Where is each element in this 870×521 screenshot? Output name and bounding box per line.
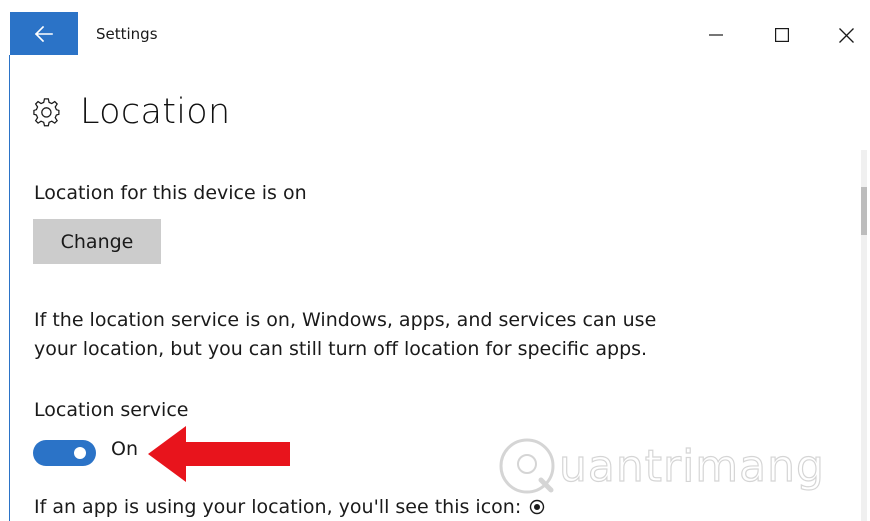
toggle-state-label: On xyxy=(111,438,138,460)
red-arrow-annotation xyxy=(148,426,290,482)
change-button[interactable]: Change xyxy=(33,219,161,264)
title-bar: Settings xyxy=(0,0,870,55)
maximize-icon xyxy=(775,28,789,42)
location-description: If the location service is on, Windows, … xyxy=(34,306,674,364)
minimize-icon xyxy=(709,34,723,36)
toggle-knob xyxy=(74,447,86,459)
device-location-status: Location for this device is on xyxy=(34,182,307,204)
window-title: Settings xyxy=(96,25,158,43)
location-service-toggle[interactable] xyxy=(33,440,96,466)
location-icon-note: If an app is using your location, you'll… xyxy=(34,496,545,518)
back-button[interactable] xyxy=(10,12,78,55)
close-icon xyxy=(838,27,854,43)
description-line-1: If the location service is on, Windows, … xyxy=(34,309,657,331)
scrollbar-thumb[interactable] xyxy=(861,187,867,235)
watermark-logo xyxy=(499,438,555,494)
location-icon-note-text: If an app is using your location, you'll… xyxy=(34,496,522,518)
watermark: uantrimang xyxy=(497,436,825,496)
close-button[interactable] xyxy=(826,18,866,52)
settings-window: Settings Location Location for this devi… xyxy=(0,0,870,521)
maximize-button[interactable] xyxy=(762,18,802,52)
minimize-button[interactable] xyxy=(696,18,736,52)
page-title: Location xyxy=(80,92,231,132)
page-header: Location xyxy=(32,92,230,132)
watermark-text: uantrimang xyxy=(558,440,825,492)
location-indicator-icon xyxy=(530,499,545,515)
gear-icon xyxy=(33,98,60,127)
description-line-2: your location, but you can still turn of… xyxy=(34,338,648,360)
window-left-border xyxy=(9,55,10,521)
location-service-label: Location service xyxy=(34,399,189,421)
back-arrow-icon xyxy=(35,25,53,42)
